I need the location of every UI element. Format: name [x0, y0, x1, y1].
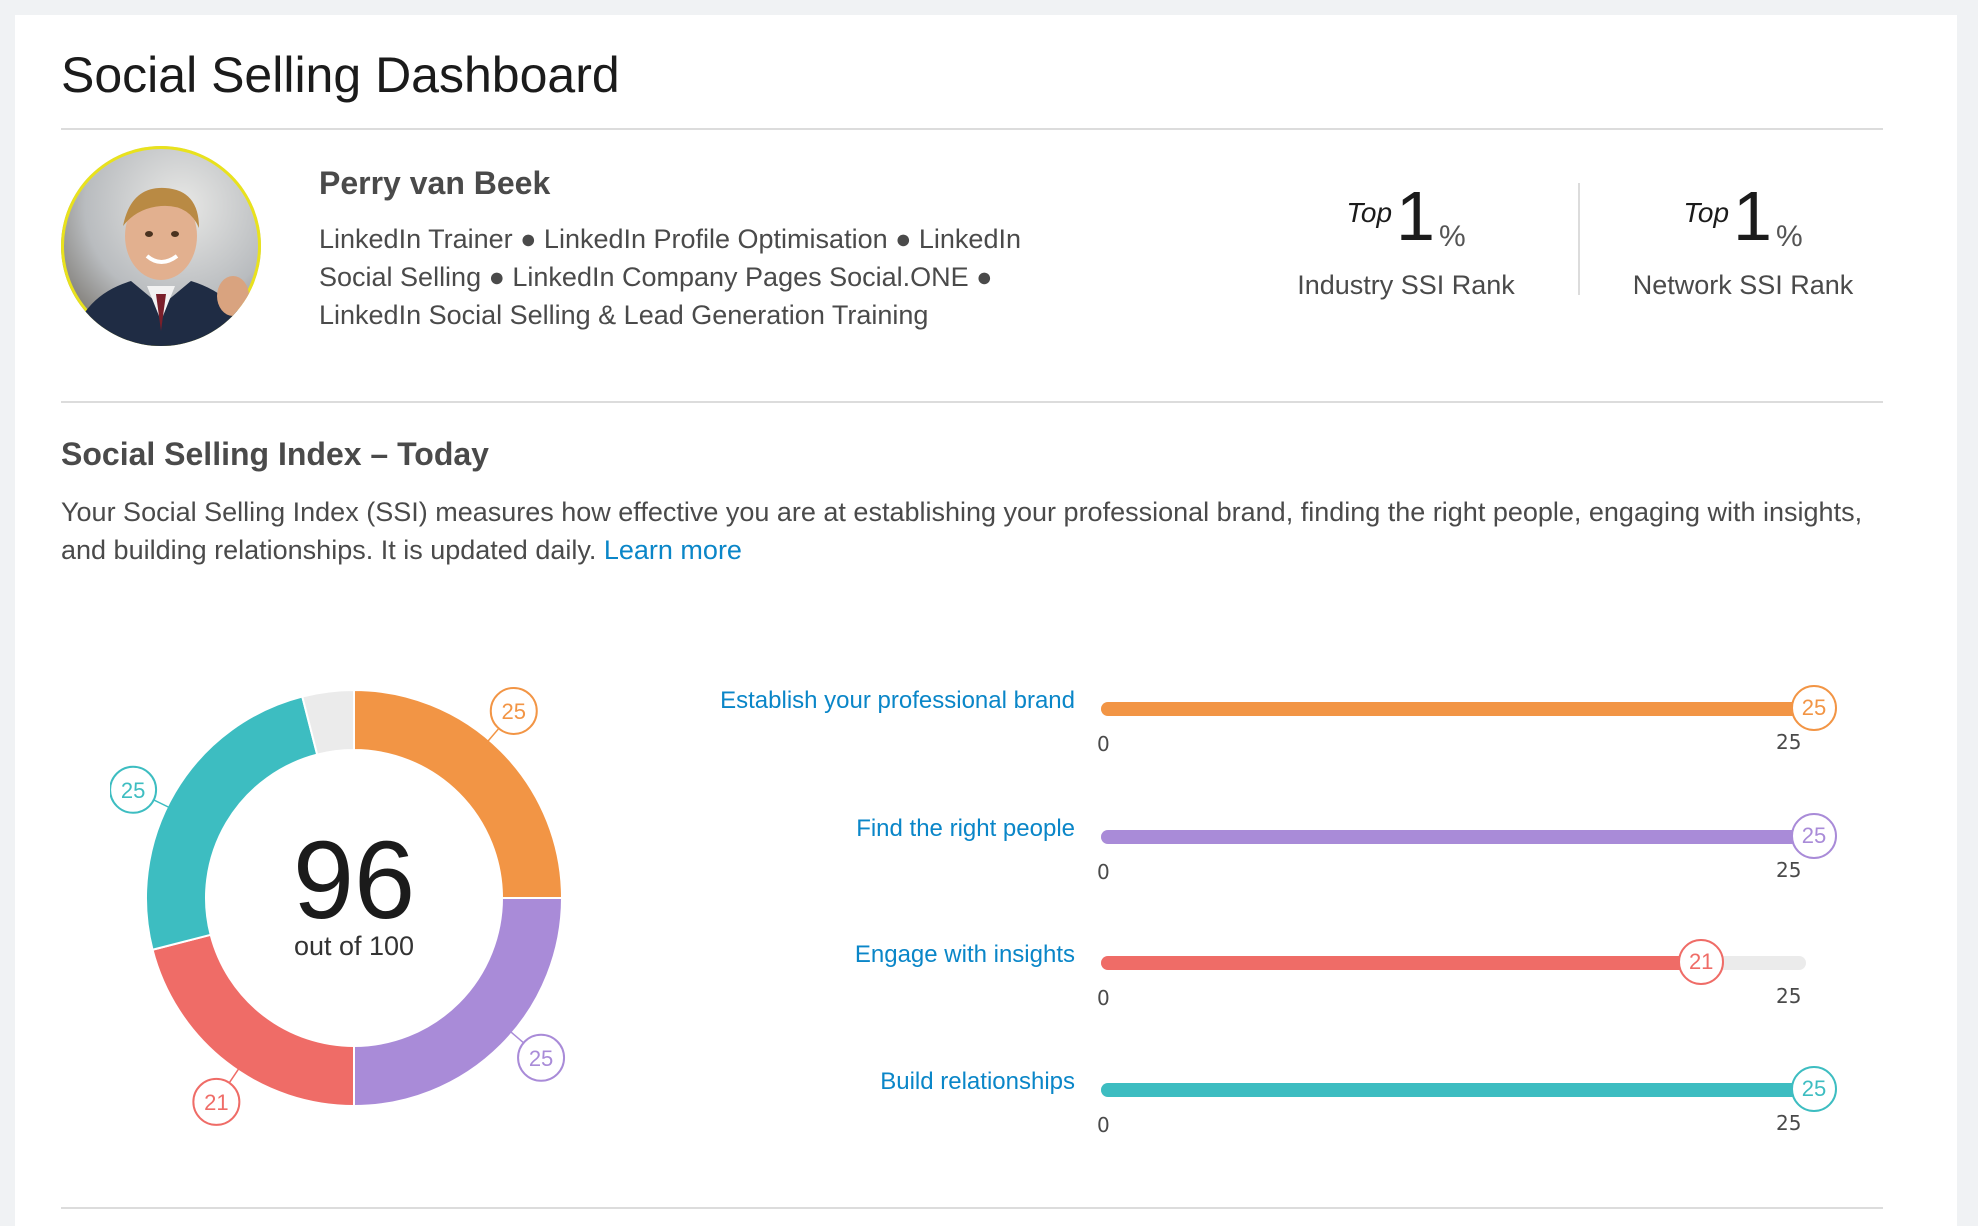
ssi-donut-chart: 25252125 96 out of 100 [110, 686, 566, 1126]
rank-label: Network SSI Rank [1632, 270, 1854, 300]
pillar-track-people: 25 [1101, 813, 1837, 859]
donut-callout-value: 21 [204, 1090, 228, 1115]
pillar-label-brand[interactable]: Establish your professional brand [375, 687, 1075, 715]
rank-top-label: Top [1683, 197, 1730, 228]
pillar-max-label: 25 [1776, 858, 1802, 882]
network-rank: Top1% Network SSI Rank [1603, 180, 1883, 301]
rank-top-label: Top [1346, 197, 1393, 228]
donut-segment-relationships[interactable] [145, 695, 319, 951]
pillar-min-label: 0 [1097, 1113, 1110, 1137]
profile-name[interactable]: Perry van Beek [319, 165, 550, 202]
donut-callout-value: 25 [529, 1046, 553, 1071]
page-title: Social Selling Dashboard [61, 47, 620, 103]
section-title: Social Selling Index – Today [61, 436, 489, 472]
pillar-label-relationships[interactable]: Build relationships [375, 1068, 1075, 1096]
pillar-bar-insights [1101, 956, 1694, 970]
pillar-min-label: 0 [1097, 860, 1110, 884]
pillar-min-label: 0 [1097, 986, 1110, 1010]
section-description: Your Social Selling Index (SSI) measures… [61, 493, 1901, 569]
rank-value: 1 [1396, 177, 1435, 255]
pillar-bar-people [1101, 830, 1806, 844]
profile-avatar[interactable] [61, 146, 261, 346]
rank-divider [1578, 183, 1580, 295]
industry-rank: Top1% Industry SSI Rank [1266, 180, 1546, 301]
pillar-min-label: 0 [1097, 732, 1110, 756]
donut-callout-value: 25 [121, 778, 145, 803]
pillar-max-label: 25 [1776, 730, 1802, 754]
rank-label: Industry SSI Rank [1297, 270, 1515, 300]
pillar-track-insights: 21 [1101, 939, 1806, 985]
learn-more-link[interactable]: Learn more [604, 535, 742, 565]
rank-unit: % [1438, 220, 1466, 253]
rank-value: 1 [1733, 177, 1772, 255]
profile-photo-icon [61, 146, 261, 346]
pillar-label-insights[interactable]: Engage with insights [375, 941, 1075, 969]
pillar-max-label: 25 [1776, 984, 1802, 1008]
pillar-value-badge: 25 [1791, 813, 1837, 859]
divider [61, 1207, 1883, 1209]
pillar-label-people[interactable]: Find the right people [375, 815, 1075, 843]
pillar-track-relationships: 25 [1101, 1066, 1837, 1112]
pillar-track-brand: 25 [1101, 685, 1837, 731]
pillar-bar-brand [1101, 702, 1806, 716]
pillar-max-label: 25 [1776, 1111, 1802, 1135]
profile-headline: LinkedIn Trainer ● LinkedIn Profile Opti… [319, 224, 1021, 330]
divider [61, 401, 1883, 403]
pillar-value-badge: 25 [1791, 685, 1837, 731]
rank-unit: % [1775, 220, 1803, 253]
pillar-bar-relationships [1101, 1083, 1806, 1097]
divider [61, 128, 1883, 130]
pillar-value-badge: 25 [1791, 1066, 1837, 1112]
pillar-value-badge: 21 [1678, 939, 1725, 985]
description-text: Your Social Selling Index (SSI) measures… [61, 497, 1863, 565]
